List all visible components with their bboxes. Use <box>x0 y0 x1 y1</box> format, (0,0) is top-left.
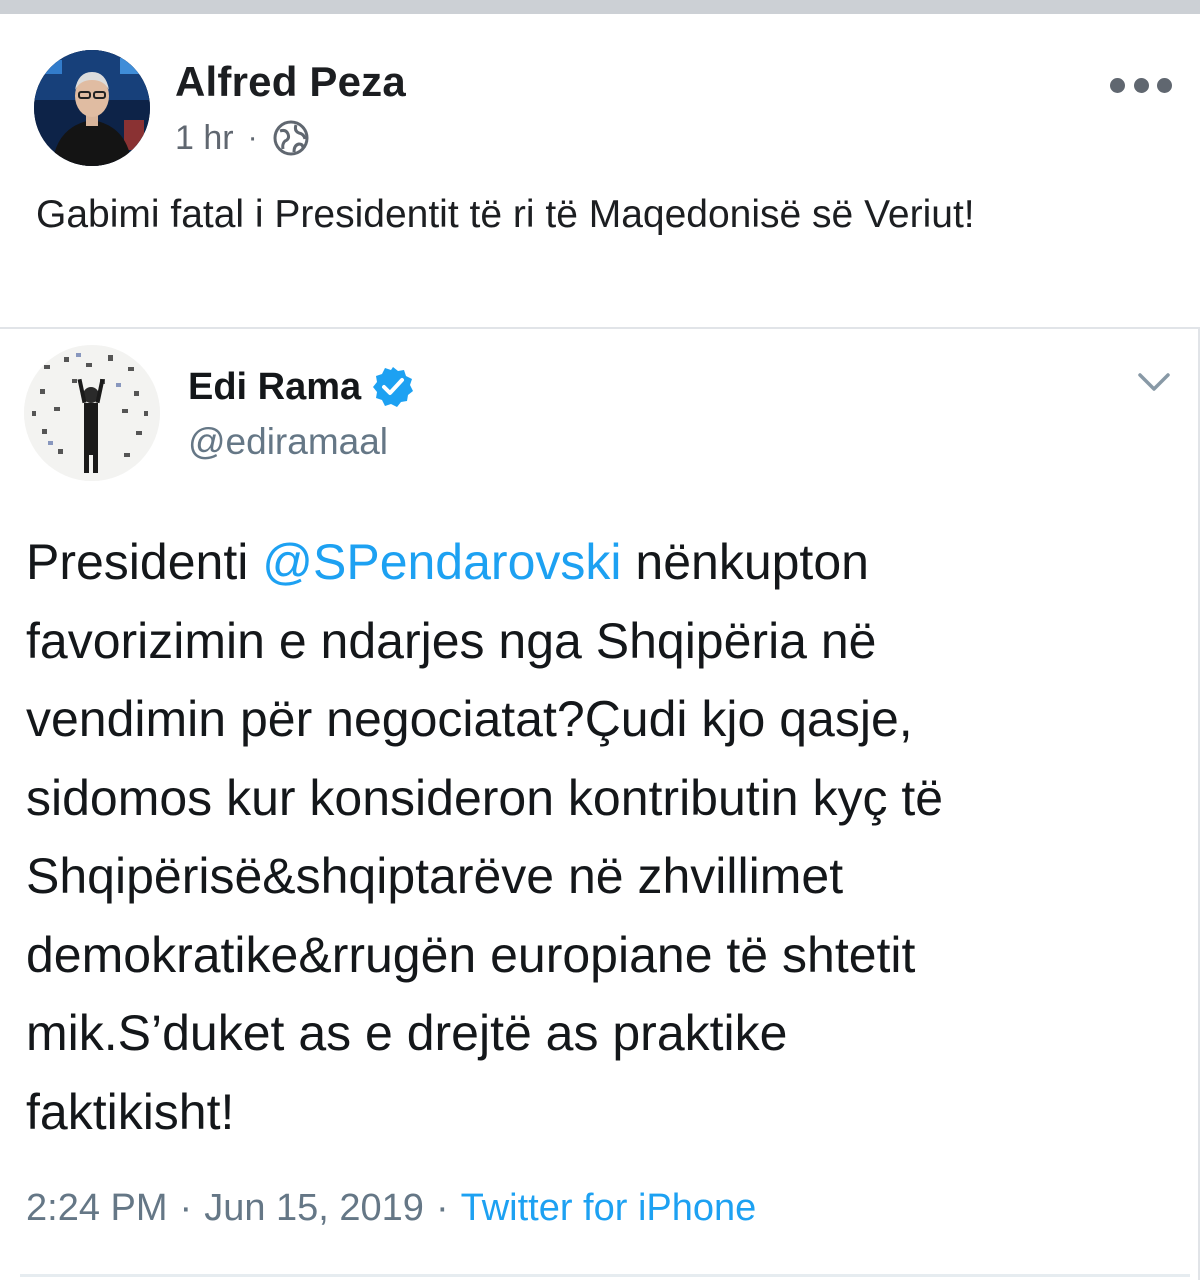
footer-separator: · <box>435 1187 449 1229</box>
author-avatar[interactable] <box>34 50 150 166</box>
tweet-text: Presidenti @SPendarovski nënkupton favor… <box>26 523 1176 1151</box>
top-divider <box>0 0 1200 14</box>
globe-icon[interactable] <box>272 119 310 157</box>
tweet-handle[interactable]: @ediramaal <box>188 421 388 463</box>
mention-link[interactable]: @SPendarovski <box>262 534 621 590</box>
tweet-source-link[interactable]: Twitter for iPhone <box>461 1187 757 1230</box>
tweet-footer: 2:24 PM · Jun 15, 2019 · Twitter for iPh… <box>26 1187 756 1230</box>
tweet-text-rest: nënkupton favorizimin e ndarjes nga Shqi… <box>26 534 944 1140</box>
post-header: Alfred Peza 1 hr · <box>0 14 1200 174</box>
more-options-icon[interactable] <box>1110 70 1172 100</box>
author-name[interactable]: Alfred Peza <box>175 58 406 106</box>
post-text: Gabimi fatal i Presidentit të ri të Maqe… <box>36 193 975 236</box>
tweet-time[interactable]: 2:24 PM <box>26 1187 168 1230</box>
post-time[interactable]: 1 hr <box>175 119 234 158</box>
bottom-divider <box>20 1274 1190 1277</box>
chevron-down-icon[interactable] <box>1134 367 1174 397</box>
meta-separator: · <box>247 121 258 154</box>
verified-badge-icon <box>373 367 414 407</box>
tweet-date[interactable]: Jun 15, 2019 <box>204 1187 424 1230</box>
tweet-display-name[interactable]: Edi Rama <box>188 366 361 409</box>
tweet-author-avatar[interactable] <box>24 345 160 481</box>
tweet-text-start: Presidenti <box>26 534 263 590</box>
tweet-author-name[interactable]: Edi Rama <box>188 365 415 409</box>
embedded-tweet[interactable]: Edi Rama @ediramaal Presidenti @SPendaro… <box>0 327 1200 1280</box>
footer-separator: · <box>179 1187 193 1229</box>
post-meta: 1 hr · <box>175 118 310 158</box>
